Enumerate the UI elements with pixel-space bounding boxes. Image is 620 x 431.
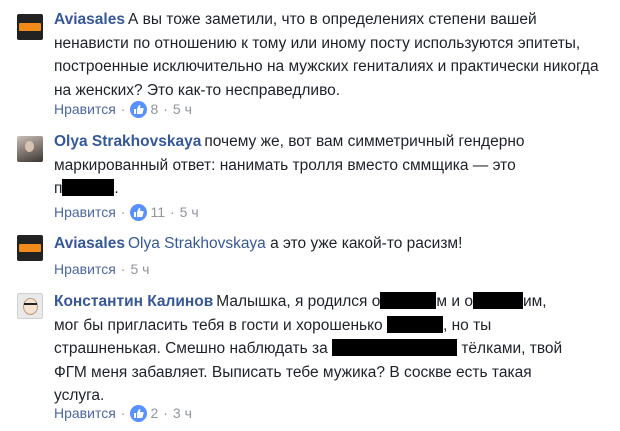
redaction-box [62, 179, 115, 196]
timestamp[interactable]: 5 ч [130, 260, 149, 278]
comment-text: мог бы пригласить тебя в гости и хорошен… [54, 316, 383, 334]
comment-body: Aviasales Olya Strakhovskaya а это уже ка… [54, 232, 614, 256]
aviasales-logo-icon [19, 23, 41, 31]
redaction-box [332, 339, 458, 356]
avatar[interactable] [17, 235, 43, 261]
comment-text: м и о [436, 293, 473, 310]
comment-text: страшненькая. Смешно наблюдать за [54, 340, 328, 357]
comment-body: Olya Strakhovskaya почему же, вот вам сим… [54, 130, 614, 201]
comment-author[interactable]: Olya Strakhovskaya [54, 133, 201, 150]
comment-text: , но ты [442, 316, 492, 334]
aviasales-logo-icon [19, 244, 41, 252]
like-count[interactable]: 2 [150, 404, 158, 422]
comment-author[interactable]: Aviasales [54, 235, 125, 252]
redaction-box [472, 292, 523, 309]
comment-text: А вы тоже заметили, что в определениях с… [54, 11, 599, 99]
avatar[interactable] [17, 293, 43, 319]
redaction-box [386, 315, 443, 333]
comment-text: почему же, вот вам симметричный гендерно [204, 133, 525, 150]
comment-author[interactable]: Константин Калинов [54, 293, 213, 310]
comment-actions: Нравится · 2 · 3 ч [54, 404, 192, 422]
timestamp[interactable]: 3 ч [173, 404, 192, 422]
comment-body: Константин Калинов Малышка, я родился о м … [54, 290, 614, 408]
comment-text: маркированный ответ: нанимать тролля вме… [54, 156, 516, 174]
like-button[interactable]: Нравится [54, 404, 116, 422]
comment-text: . [114, 180, 119, 197]
thumbs-up-icon[interactable] [130, 203, 148, 221]
thumbs-up-icon[interactable] [130, 404, 148, 422]
like-button[interactable]: Нравится [54, 100, 116, 118]
thumbs-up-icon[interactable] [130, 100, 148, 118]
comment-text: им, [522, 293, 547, 310]
like-count[interactable]: 11 [150, 203, 165, 221]
comment-text: Малышка, я родился о [216, 293, 381, 310]
comment-body: Aviasales А вы тоже заметили, что в опред… [54, 8, 614, 102]
comment-text: услуга. [54, 387, 105, 404]
comment-actions: Нравится · 11 · 5 ч [54, 203, 199, 221]
comment-text: ФГМ меня забавляет. Выписать тебе мужика… [54, 363, 532, 381]
timestamp[interactable]: 5 ч [180, 203, 199, 221]
comment-text: тёлками, твой [461, 340, 563, 357]
comment-text: а это уже какой-то расизм! [270, 235, 463, 252]
like-button[interactable]: Нравится [54, 260, 116, 278]
avatar[interactable] [17, 136, 43, 162]
like-count[interactable]: 8 [150, 100, 158, 118]
comment-author[interactable]: Aviasales [54, 11, 125, 28]
redaction-box [380, 292, 437, 309]
comment-actions: Нравится · 8 · 5 ч [54, 100, 192, 118]
like-button[interactable]: Нравится [54, 203, 116, 221]
comment-actions: Нравится · 5 ч [54, 260, 150, 278]
comment-text: п [54, 180, 63, 197]
avatar[interactable] [17, 14, 43, 40]
timestamp[interactable]: 5 ч [173, 100, 192, 118]
mention-link[interactable]: Olya Strakhovskaya [128, 235, 266, 252]
